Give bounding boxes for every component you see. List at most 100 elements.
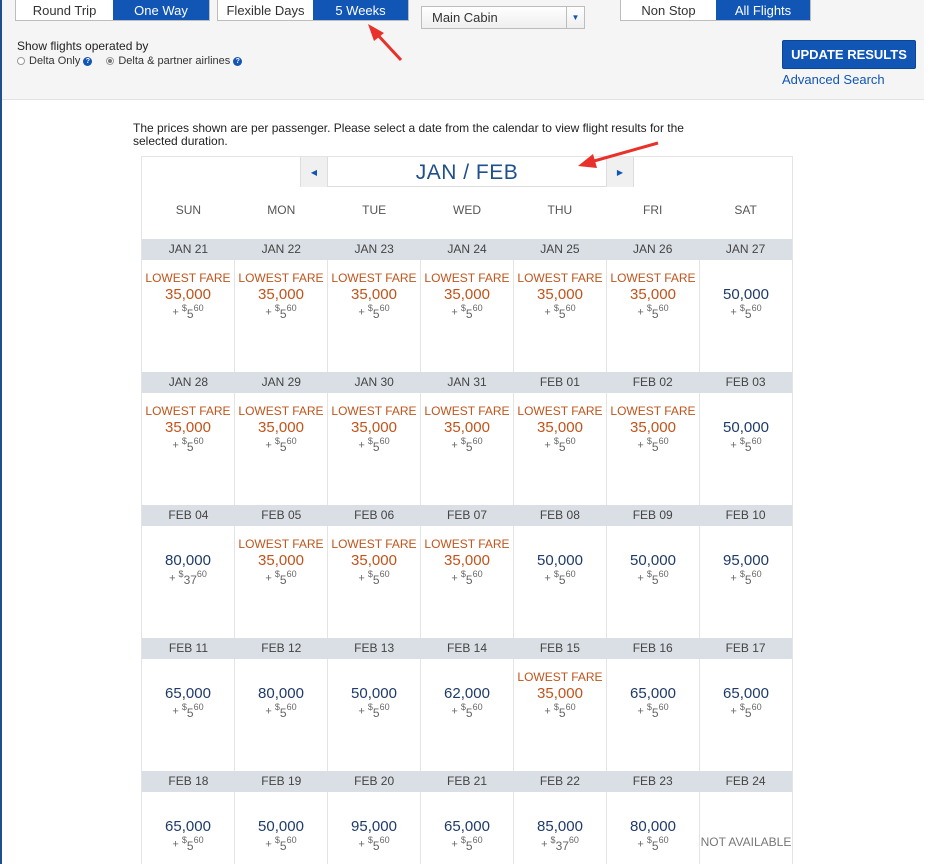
delta-only-radio[interactable]	[17, 57, 25, 65]
day-cell[interactable]: LOWEST FARE 35,000 + $560	[607, 393, 700, 505]
day-cell[interactable]: LOWEST FARE 35,000 + $560	[235, 526, 328, 638]
fee-amount: + $560	[637, 303, 669, 321]
day-cell[interactable]: 95,000 + $560	[328, 792, 421, 864]
fee-dollars: 37	[555, 838, 569, 853]
day-cell[interactable]: 50,000 + $560	[514, 526, 607, 638]
fee-amount: + $560	[358, 835, 390, 853]
day-cell[interactable]: 50,000 + $560	[328, 659, 421, 771]
day-date: FEB 18	[168, 774, 209, 788]
day-cell[interactable]: 80,000 + $560	[607, 792, 700, 864]
delta-partner-radio[interactable]	[106, 57, 115, 65]
weekday-label: SAT	[734, 203, 757, 217]
day-cell[interactable]: LOWEST FARE 35,000 + $560	[142, 393, 235, 505]
day-cell[interactable]: LOWEST FARE 35,000 + $560	[607, 260, 700, 372]
lowest-fare-label: LOWEST FARE	[331, 271, 417, 285]
all-flights-option[interactable]: All Flights	[716, 0, 810, 20]
miles-price: 50,000	[351, 685, 397, 702]
lowest-fare-label: LOWEST FARE	[424, 537, 510, 551]
fee-amount: + $560	[451, 835, 483, 853]
day-cell[interactable]: 50,000 + $560	[607, 526, 700, 638]
day-cell[interactable]: LOWEST FARE 35,000 + $560	[142, 260, 235, 372]
one-way-option[interactable]: One Way	[113, 0, 209, 20]
day-cell[interactable]: 80,000 + $3760	[142, 526, 235, 638]
miles-price: 65,000	[165, 685, 211, 702]
fee-dollars: 5	[465, 306, 473, 321]
flexible-days-option[interactable]: Flexible Days	[218, 0, 313, 20]
five-weeks-option[interactable]: 5 Weeks	[313, 0, 408, 20]
miles-price: 65,000	[444, 818, 490, 835]
day-cell[interactable]: LOWEST FARE 35,000 + $560	[421, 393, 514, 505]
day-date: FEB 04	[168, 508, 209, 522]
miles-price: 35,000	[258, 552, 304, 569]
day-cell[interactable]: LOWEST FARE 35,000 + $560	[328, 393, 421, 505]
lowest-fare-label: LOWEST FARE	[517, 404, 603, 418]
update-results-button[interactable]: UPDATE RESULTS	[782, 40, 916, 69]
fee-amount: + $560	[637, 436, 669, 454]
day-cell[interactable]: LOWEST FARE 35,000 + $560	[235, 393, 328, 505]
day-cell[interactable]: 62,000 + $560	[421, 659, 514, 771]
advanced-search-link[interactable]: Advanced Search	[782, 72, 885, 87]
month-title: JAN / FEB	[415, 161, 519, 184]
day-cell[interactable]: LOWEST FARE 35,000 + $560	[328, 260, 421, 372]
day-cell[interactable]: LOWEST FARE 35,000 + $560	[421, 260, 514, 372]
left-border	[0, 0, 2, 864]
week-fare-row: 65,000 + $560 80,000 + $560 50,000 + $560 62,0…	[142, 659, 792, 771]
day-cell[interactable]: 80,000 + $560	[235, 659, 328, 771]
weekday-label: TUE	[362, 203, 387, 217]
miles-price: 35,000	[258, 419, 304, 436]
day-cell[interactable]: 85,000 + $3760	[514, 792, 607, 864]
calendar-week: JAN 28 JAN 29 JAN 30 JAN 31 FEB 01 FEB 02 FEB …	[142, 372, 792, 505]
day-cell[interactable]: LOWEST FARE 35,000 + $560	[421, 526, 514, 638]
day-cell[interactable]: LOWEST FARE 35,000 + $560	[514, 260, 607, 372]
day-cell[interactable]: 50,000 + $560	[700, 393, 792, 505]
fee-dollars: 5	[279, 439, 287, 454]
day-date: JAN 28	[168, 375, 209, 389]
fee-dollars: 5	[744, 572, 752, 587]
lowest-fare-label: LOWEST FARE	[424, 404, 510, 418]
non-stop-option[interactable]: Non Stop	[621, 0, 716, 20]
fee-amount: + $560	[451, 436, 483, 454]
week-fare-row: LOWEST FARE 35,000 + $560 LOWEST FARE 35,000…	[142, 393, 792, 505]
day-date: FEB 19	[261, 774, 302, 788]
fee-cents: 60	[658, 303, 669, 313]
help-icon[interactable]: ?	[83, 56, 93, 66]
day-cell[interactable]: 95,000 + $560	[700, 526, 792, 638]
fee-dollars: 5	[651, 572, 659, 587]
day-cell[interactable]: 65,000 + $560	[142, 659, 235, 771]
day-cell[interactable]: 65,000 + $560	[607, 659, 700, 771]
day-cell[interactable]: 65,000 + $560	[142, 792, 235, 864]
fee-cents: 60	[379, 835, 390, 845]
day-cell[interactable]: LOWEST FARE 35,000 + $560	[514, 659, 607, 771]
day-cell[interactable]: 50,000 + $560	[235, 792, 328, 864]
day-cell[interactable]: LOWEST FARE 35,000 + $560	[514, 393, 607, 505]
lowest-fare-label: LOWEST FARE	[238, 271, 324, 285]
miles-price: 35,000	[165, 419, 211, 436]
fee-dollars: 5	[372, 306, 380, 321]
day-cell[interactable]: 65,000 + $560	[700, 659, 792, 771]
miles-price: 62,000	[444, 685, 490, 702]
month-navigator: ◀ JAN / FEB ▶	[300, 157, 634, 187]
day-cell[interactable]: 65,000 + $560	[421, 792, 514, 864]
week-fare-row: 80,000 + $3760 LOWEST FARE 35,000 + $560 LOWE…	[142, 526, 792, 638]
cabin-select[interactable]: Main Cabin ▼	[421, 6, 585, 29]
fee-cents: 60	[472, 436, 483, 446]
chevron-down-icon[interactable]: ▼	[566, 7, 584, 28]
delta-only-label[interactable]: Delta Only	[29, 55, 80, 67]
day-date: FEB 24	[725, 774, 766, 788]
day-date: JAN 26	[633, 242, 673, 256]
fee-cents: 60	[751, 303, 762, 313]
prev-month-button[interactable]: ◀	[301, 157, 328, 187]
round-trip-option[interactable]: Round Trip	[16, 0, 113, 20]
fee-cents: 60	[565, 702, 576, 712]
fee-cents: 60	[286, 303, 297, 313]
calendar-week: FEB 11 FEB 12 FEB 13 FEB 14 FEB 15 FEB 16 FEB …	[142, 638, 792, 771]
cabin-select-value: Main Cabin	[432, 10, 498, 25]
help-icon[interactable]: ?	[233, 56, 243, 66]
day-date: FEB 10	[725, 508, 766, 522]
miles-price: 80,000	[165, 552, 211, 569]
delta-partner-label[interactable]: Delta & partner airlines	[118, 55, 230, 67]
next-month-button[interactable]: ▶	[606, 157, 633, 187]
day-cell[interactable]: LOWEST FARE 35,000 + $560	[328, 526, 421, 638]
day-cell[interactable]: 50,000 + $560	[700, 260, 792, 372]
day-cell[interactable]: LOWEST FARE 35,000 + $560	[235, 260, 328, 372]
